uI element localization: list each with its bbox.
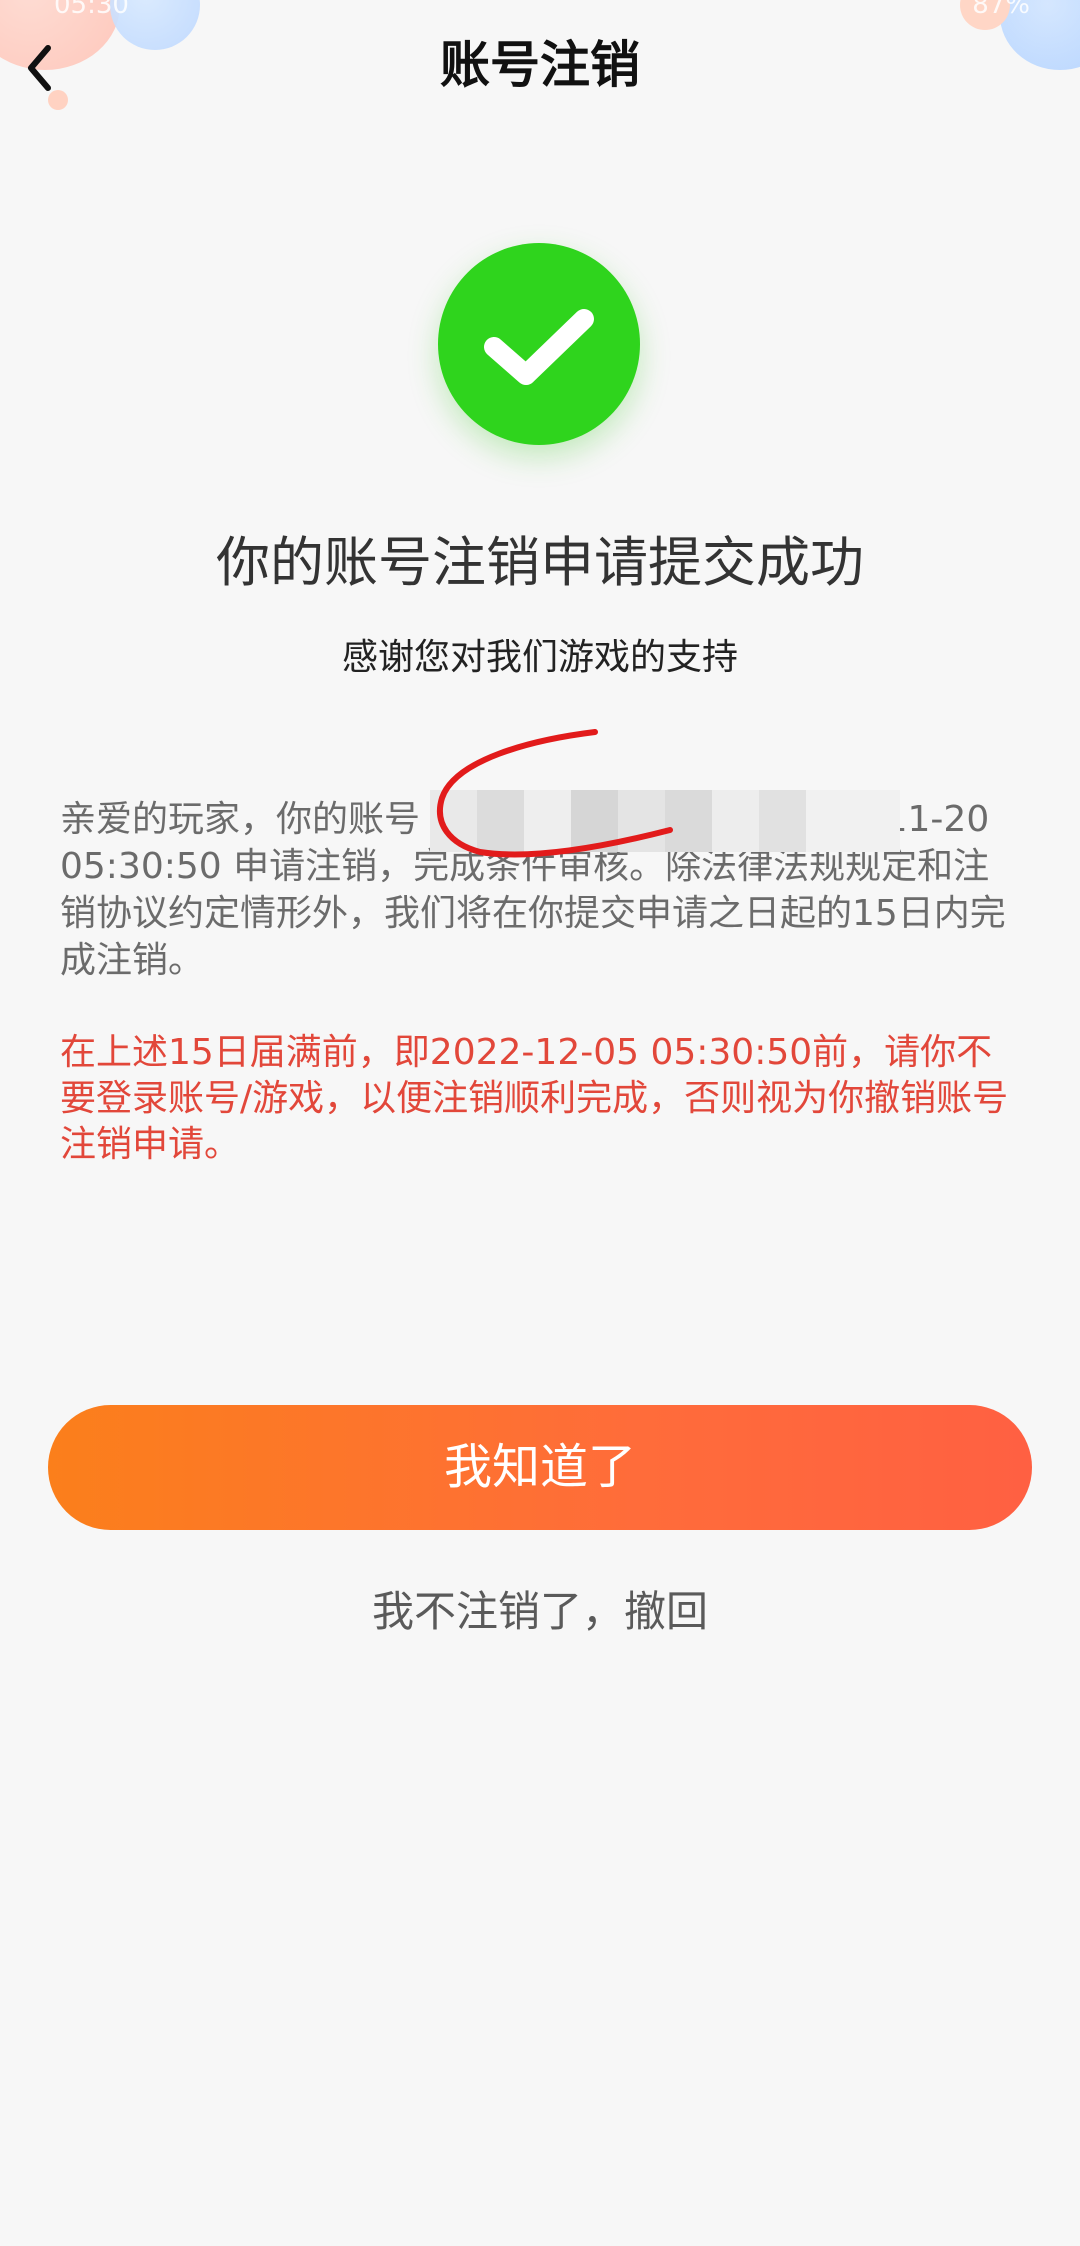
redaction-scribble xyxy=(437,729,673,858)
top-app-bar: 账号注销 xyxy=(0,20,1080,110)
status-battery: 87% xyxy=(972,0,1030,20)
confirm-button[interactable]: 我知道了 xyxy=(48,1405,1032,1530)
info-prefix: 亲爱的玩家，你的账号 xyxy=(60,799,421,840)
cancellation-warning-text: 在上述15日届满前，即2022-12-05 05:30:50前，请你不要登录账号… xyxy=(60,1032,1009,1165)
success-badge xyxy=(438,243,640,445)
page-title: 账号注销 xyxy=(440,36,640,94)
result-subline: 感谢您对我们游戏的支持 xyxy=(341,637,738,678)
revoke-cancellation-link[interactable]: 我不注销了，撤回 xyxy=(0,1582,1080,1642)
status-time: 05:30 xyxy=(54,0,129,20)
check-icon xyxy=(484,309,594,385)
result-headline: 你的账号注销申请提交成功 xyxy=(216,531,864,594)
